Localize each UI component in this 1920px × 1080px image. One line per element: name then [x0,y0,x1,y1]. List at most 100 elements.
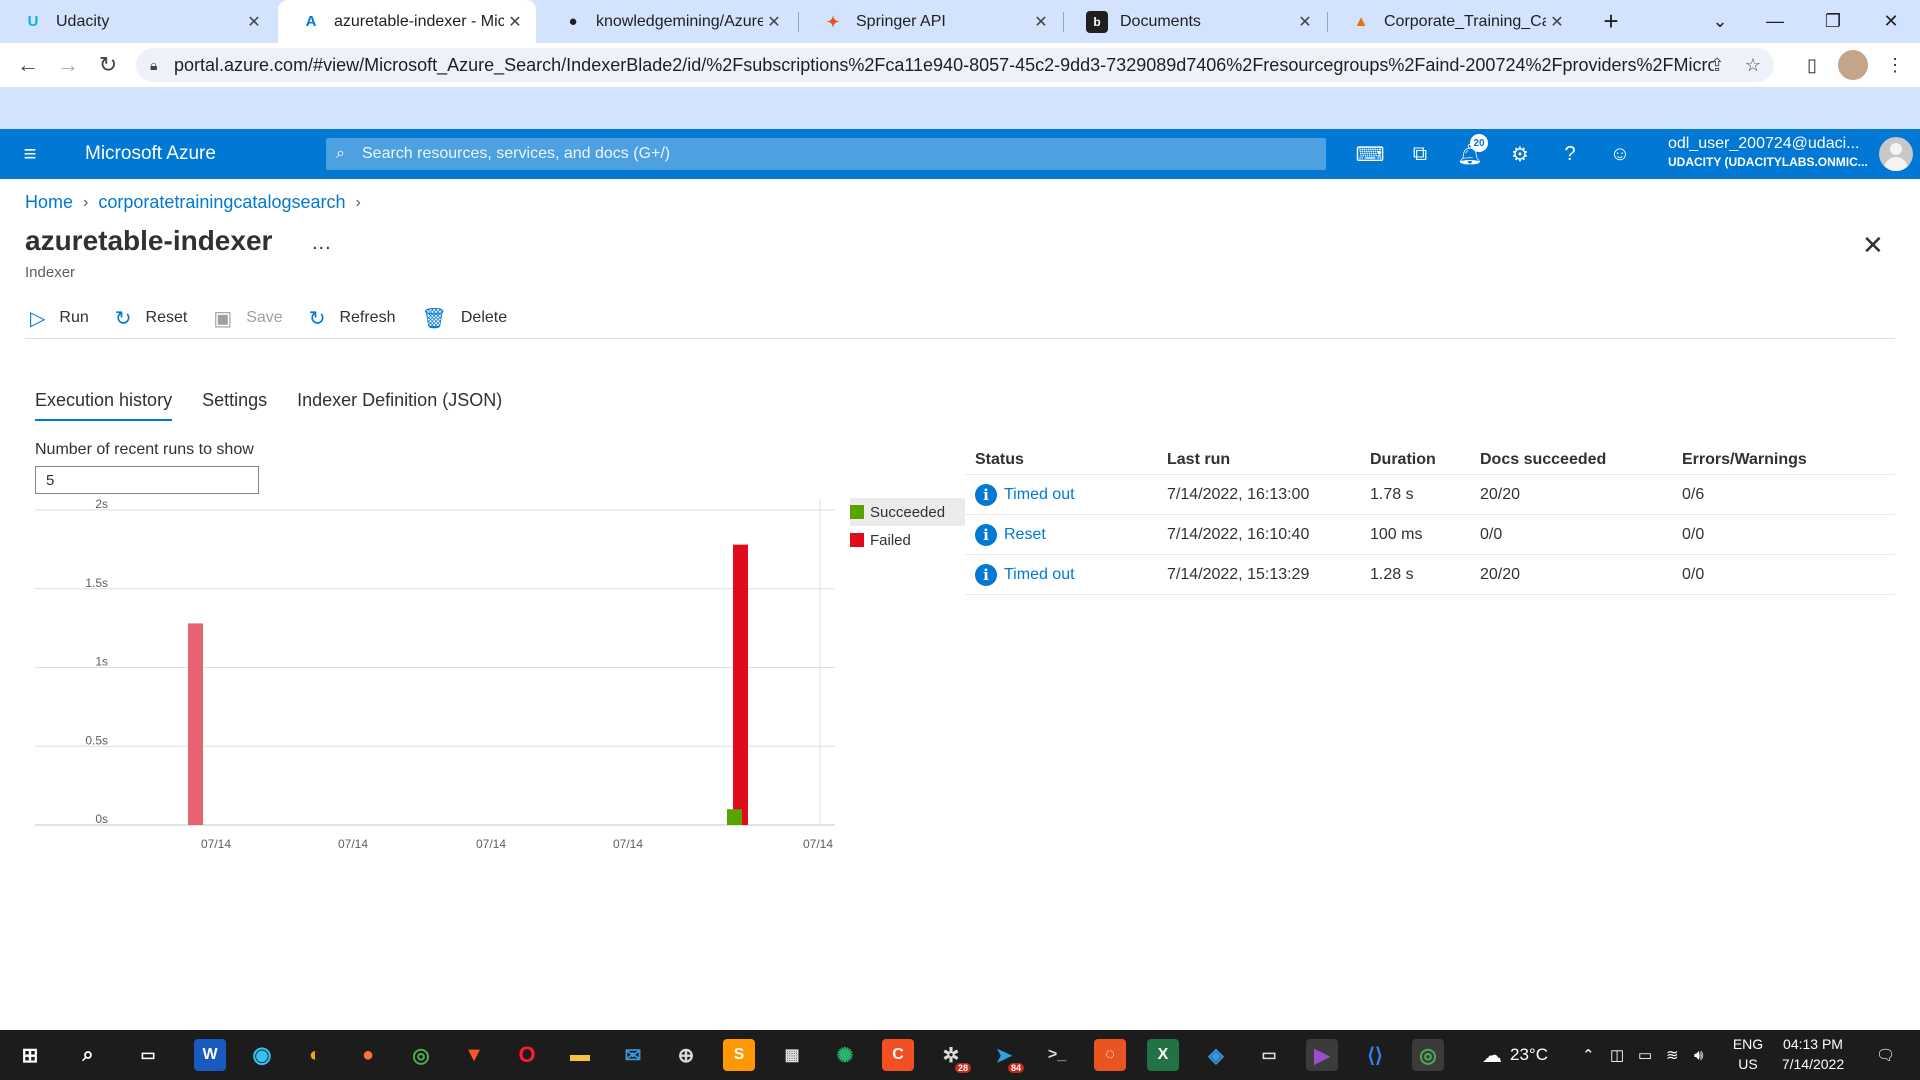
lock-icon[interactable]: 🔒︎ [150,57,174,74]
column-header-docs-succeeded[interactable]: Docs succeeded [1480,451,1682,469]
command-prompt-icon[interactable]: ▭ [1253,1039,1285,1071]
azure-brand[interactable]: Microsoft Azure [85,143,216,165]
new-tab-button[interactable]: + [1588,0,1634,43]
close-tab-icon[interactable]: ✕ [243,12,265,32]
browser-tab-github[interactable]: ● knowledgemining/Azure_Fu ✕ [540,0,795,43]
url-text[interactable]: portal.azure.com/#view/Microsoft_Azure_S… [174,55,1714,76]
browser-tab-udacity[interactable]: U Udacity ✕ [0,0,275,43]
user-avatar[interactable] [1879,137,1913,171]
status-link[interactable]: Reset [1004,526,1046,544]
tray-overflow-icon[interactable]: ⌃ [1582,1030,1595,1080]
system-clock[interactable]: 04:13 PM 7/14/2022 [1768,1034,1858,1074]
global-search-box[interactable]: ⌕ [326,138,1326,170]
legend-item-succeeded[interactable]: Succeeded [850,498,966,526]
run-button[interactable]: ▷ Run [30,306,89,331]
close-tab-icon[interactable]: ✕ [763,12,785,32]
omnibox[interactable]: 🔒︎ portal.azure.com/#view/Microsoft_Azur… [136,48,1774,82]
reload-icon[interactable]: ↻ [92,51,124,79]
sublime-text-icon[interactable]: S [723,1039,755,1071]
notification-center-icon[interactable]: 🗨︎ [1876,1030,1895,1080]
meet-icon[interactable]: ◫ [1610,1030,1624,1080]
brave-icon[interactable]: ▼ [458,1039,490,1071]
column-header-errors-warnings[interactable]: Errors/Warnings [1682,451,1882,469]
browser-tab-azure[interactable]: A azuretable-indexer - Microsoft Azure ✕ [278,0,536,43]
task-view-icon[interactable]: ▭ [132,1039,164,1071]
calculator-icon[interactable]: ▦ [776,1039,808,1071]
portal-menu-icon[interactable]: ≡ [18,142,42,166]
input-language[interactable]: ENG US [1730,1034,1766,1074]
notifications-icon[interactable]: 🔔︎ 20 [1452,134,1488,170]
app-shield-icon[interactable]: ◐ [299,1039,331,1071]
close-blade-icon[interactable]: ✕ [1862,230,1884,261]
browser-menu-icon[interactable]: ⋮ [1880,50,1910,80]
directory-filter-icon[interactable]: ⧉ [1402,138,1438,170]
visual-studio-icon[interactable]: ▶ [1306,1039,1338,1071]
share-icon[interactable]: ⇪ [1702,48,1732,82]
telegram-icon[interactable]: ➤ 84 [988,1039,1024,1073]
chrome-active-icon[interactable]: ◎ [1412,1039,1444,1071]
battery-icon[interactable]: ▭ [1638,1030,1652,1080]
tab-search-chevron-icon[interactable]: ⌄ [1697,0,1743,43]
chrome-icon[interactable]: ◎ [405,1039,437,1071]
cloud-shell-icon[interactable]: ⌨ [1352,138,1388,170]
terminal-icon[interactable]: >_ [1041,1039,1073,1071]
browser-tab-documents[interactable]: b Documents ✕ [1064,0,1326,43]
ubuntu-icon[interactable]: ◌ [1094,1039,1126,1071]
app-icon-globe[interactable]: ⊕ [670,1039,702,1071]
tab-indexer-definition[interactable]: Indexer Definition (JSON) [297,390,502,421]
legend-item-failed[interactable]: Failed [850,526,965,554]
save-button[interactable]: ▣ Save [213,306,282,331]
close-window-icon[interactable]: ✕ [1868,0,1914,43]
slack-icon[interactable]: ✲ 28 [935,1039,971,1073]
feedback-icon[interactable]: ☺ [1602,138,1638,170]
column-header-duration[interactable]: Duration [1370,451,1480,469]
file-explorer-icon[interactable]: ▬ [564,1039,596,1071]
status-link[interactable]: Timed out [1004,566,1075,584]
close-tab-icon[interactable]: ✕ [1294,12,1316,32]
browser-profile-avatar[interactable] [1838,50,1868,80]
table-row[interactable]: i Reset 7/14/2022, 16:10:40 100 ms 0/0 0… [965,515,1895,555]
refresh-button[interactable]: ↻ Refresh [309,306,396,331]
column-header-status[interactable]: Status [965,451,1167,469]
browser-tab-springer[interactable]: ✦ Springer API ✕ [800,0,1062,43]
wifi-icon[interactable]: ≋ [1666,1030,1679,1080]
app-icon-orange[interactable]: C [882,1039,914,1071]
settings-gear-icon[interactable]: ⚙ [1502,138,1538,170]
bookmark-star-icon[interactable]: ☆ [1738,48,1768,82]
firefox-icon[interactable]: ● [352,1039,384,1071]
close-tab-icon[interactable]: ✕ [1030,12,1052,32]
delete-button[interactable]: 🗑︎ Delete [421,306,507,331]
side-panel-icon[interactable]: ▯ [1797,50,1827,80]
more-options-button[interactable]: ... [312,232,332,255]
windows-start-icon[interactable]: ⊞ [14,1039,46,1071]
recent-runs-input[interactable] [35,466,259,494]
breadcrumb-search-service[interactable]: corporatetrainingcatalogsearch [98,192,345,213]
excel-icon[interactable]: X [1147,1039,1179,1071]
word-icon[interactable]: W [194,1039,226,1071]
back-icon[interactable]: ← [12,51,44,79]
tab-settings[interactable]: Settings [202,390,267,421]
reset-button[interactable]: ↻ Reset [115,306,188,331]
taskbar-search-icon[interactable]: ⌕ [72,1039,104,1071]
openai-icon[interactable]: ✺ [829,1039,861,1071]
column-header-last-run[interactable]: Last run [1167,451,1370,469]
forward-icon[interactable]: → [52,51,84,79]
breadcrumb-home[interactable]: Home [25,192,73,213]
global-search-input[interactable] [362,145,1262,163]
help-icon[interactable]: ? [1552,138,1588,170]
app-icon-remote[interactable]: ◈ [1200,1039,1232,1071]
table-row[interactable]: i Timed out 7/14/2022, 16:13:00 1.78 s 2… [965,475,1895,515]
maximize-icon[interactable]: ❐ [1810,0,1856,43]
close-tab-icon[interactable]: ✕ [1546,12,1568,32]
volume-icon[interactable]: 🔊︎ [1694,1030,1703,1080]
edge-icon[interactable]: ◉ [246,1039,278,1071]
vscode-icon[interactable]: ⟨⟩ [1359,1039,1391,1071]
mail-icon[interactable]: ✉ [617,1039,649,1071]
weather-widget[interactable]: ☁ 23°C [1482,1030,1548,1080]
account-menu[interactable]: odl_user_200724@udaci... UDACITY (UDACIT… [1668,135,1868,169]
tab-execution-history[interactable]: Execution history [35,390,173,421]
minimize-icon[interactable]: — [1752,0,1798,43]
close-tab-icon[interactable]: ✕ [504,12,526,32]
table-row[interactable]: i Timed out 7/14/2022, 15:13:29 1.28 s 2… [965,555,1895,595]
browser-tab-catalog[interactable]: ▲ Corporate_Training_Catalog ✕ [1328,0,1578,43]
